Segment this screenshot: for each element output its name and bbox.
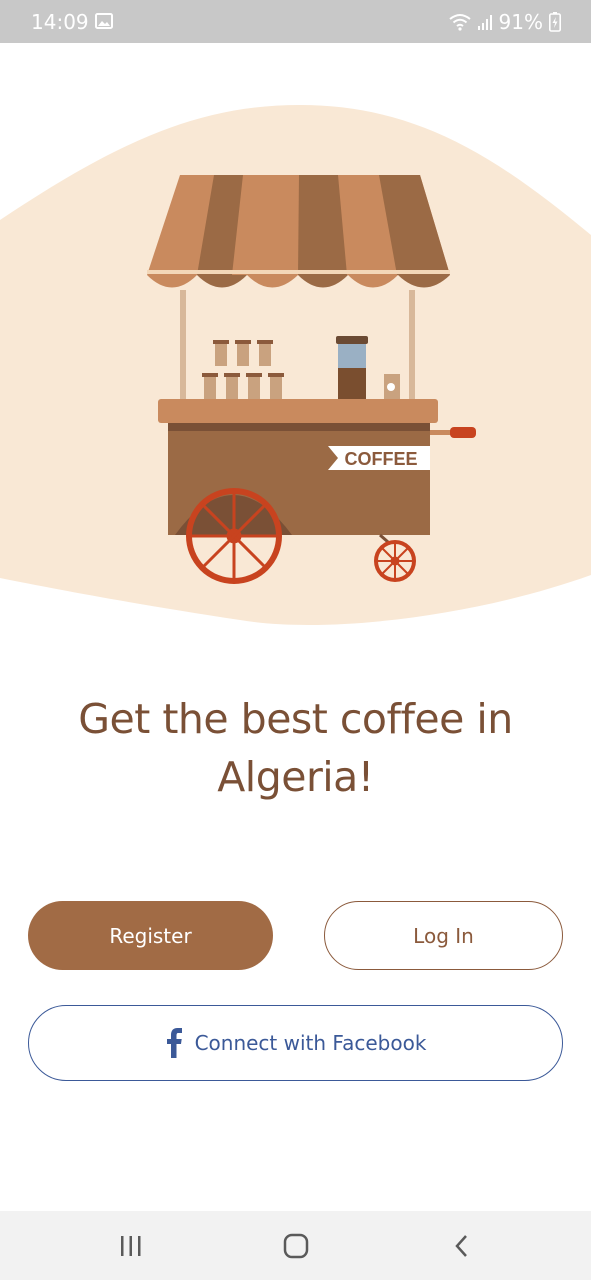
status-icons: 91% <box>448 10 561 34</box>
register-button[interactable]: Register <box>28 901 273 970</box>
gallery-icon <box>95 13 113 29</box>
battery-percent: 91% <box>498 10 543 34</box>
status-time: 14:09 <box>31 10 89 34</box>
battery-charging-icon <box>549 12 561 32</box>
recents-icon <box>121 1236 141 1256</box>
facebook-connect-button[interactable]: Connect with Facebook <box>28 1005 563 1081</box>
login-button[interactable]: Log In <box>324 901 563 970</box>
recents-button[interactable] <box>111 1231 151 1261</box>
facebook-button-label: Connect with Facebook <box>194 1031 427 1055</box>
back-icon <box>455 1235 467 1257</box>
coffee-sign-text: COFFEE <box>344 449 417 469</box>
signal-icon <box>477 15 492 30</box>
back-button[interactable] <box>442 1231 482 1261</box>
home-button[interactable] <box>276 1231 316 1261</box>
cart-big-wheel <box>186 488 282 584</box>
status-bar: 14:09 91% <box>0 0 591 43</box>
home-icon <box>283 1233 309 1259</box>
headline: Get the best coffee in Algeria! <box>78 695 513 801</box>
coffee-cart-illustration: COFFEE <box>0 105 591 625</box>
wifi-icon <box>448 14 471 31</box>
facebook-icon <box>166 1028 182 1058</box>
cart-awning <box>147 175 450 288</box>
cart-small-wheel <box>374 540 416 582</box>
navigation-bar <box>0 1211 591 1280</box>
